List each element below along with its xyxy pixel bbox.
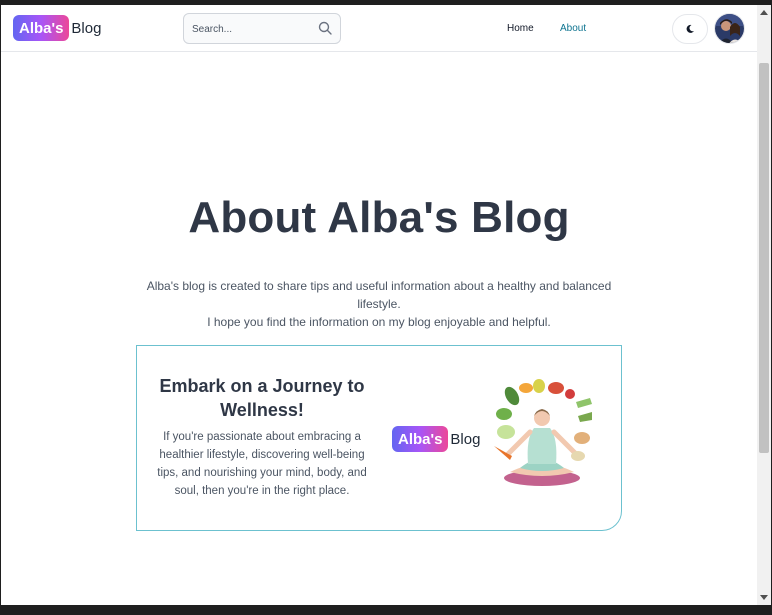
wellness-card: Embark on a Journey to Wellness! If you'… xyxy=(136,345,622,531)
intro-text: Alba's blog is created to share tips and… xyxy=(131,277,627,331)
navbar: Alba's Blog Home About xyxy=(1,5,757,52)
search-input[interactable] xyxy=(192,20,312,38)
card-description: If you're passionate about embracing a h… xyxy=(157,431,367,497)
theme-toggle-button[interactable] xyxy=(672,14,708,44)
card-logo-badge: Alba's xyxy=(392,426,449,452)
meditation-vegetables-illustration xyxy=(482,376,602,496)
logo-badge: Alba's xyxy=(13,15,70,41)
search-box xyxy=(183,13,341,44)
moon-icon xyxy=(685,22,695,37)
card-title: Embark on a Journey to Wellness! xyxy=(159,376,365,420)
card-logo-text: Blog xyxy=(450,430,481,448)
nav-link-home[interactable]: Home xyxy=(507,23,534,34)
user-avatar[interactable] xyxy=(714,13,745,44)
browser-viewport: Alba's Blog Home About xyxy=(1,5,757,605)
intro-line-1: Alba's blog is created to share tips and… xyxy=(146,279,612,311)
scrollbar-thumb[interactable] xyxy=(759,63,769,453)
nav-link-about[interactable]: About xyxy=(560,23,586,34)
logo-text: Blog xyxy=(71,19,102,37)
page-title: About Alba's Blog xyxy=(188,193,570,242)
site-logo[interactable]: Alba's Blog xyxy=(13,15,101,41)
card-logo: Alba's Blog xyxy=(392,426,480,452)
scroll-down-arrow-icon[interactable] xyxy=(757,591,771,605)
search-icon[interactable] xyxy=(318,21,332,40)
scroll-up-arrow-icon[interactable] xyxy=(757,5,771,19)
intro-line-2: I hope you find the information on my bl… xyxy=(207,315,551,329)
vertical-scrollbar[interactable] xyxy=(757,5,771,605)
